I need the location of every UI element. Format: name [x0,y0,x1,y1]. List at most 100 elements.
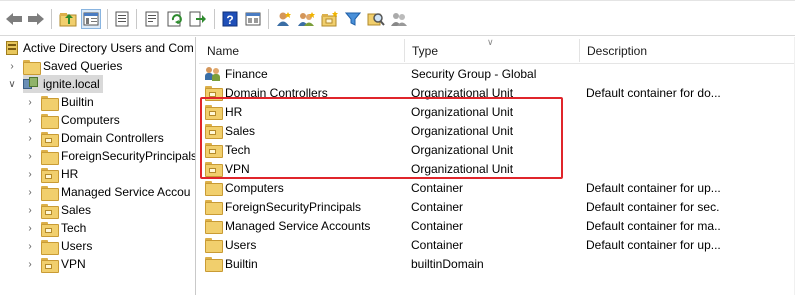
tree-item-managed-service-accounts[interactable]: Managed Service Accou [41,183,190,201]
description-cell [586,64,720,83]
filter-icon[interactable] [343,9,363,29]
name-cell: Builtin [205,254,405,273]
name-cell: Sales [205,121,405,140]
name-cell: Users [205,235,405,254]
show-hide-tree-icon[interactable] [81,9,101,29]
chevron-right-icon[interactable]: › [25,183,35,201]
view-icon[interactable] [243,9,263,29]
list-row-managed-service-accounts[interactable]: Managed Service Accounts Container Defau… [199,216,795,235]
tree-item-hr[interactable]: HR [41,165,78,183]
column-header-name[interactable]: Name [199,37,404,64]
description-cell [586,254,720,273]
type-cell: Container [411,180,464,195]
description-cell: Default container for sec... [586,199,720,214]
details-list: Name Type ∨ Description Finance Security… [199,37,795,295]
list-row-builtin[interactable]: Builtin builtinDomain [199,254,795,273]
row-name: Domain Controllers [225,85,328,100]
add-to-group-icon[interactable] [389,9,409,29]
tree-item-vpn[interactable]: VPN [41,255,86,273]
row-name: Computers [225,180,284,195]
chevron-right-icon[interactable]: › [25,147,35,165]
name-cell: Computers [205,178,405,197]
chevron-right-icon[interactable]: › [25,129,35,147]
folder-icon [205,200,223,215]
tree-item-tech[interactable]: Tech [41,219,86,237]
chevron-down-icon[interactable]: ∨ [7,75,17,93]
name-cell: Domain Controllers [205,83,405,102]
back-arrow-icon[interactable] [4,9,24,29]
chevron-right-icon[interactable]: › [25,165,35,183]
chevron-right-icon[interactable]: › [7,57,17,75]
tree-item-computers[interactable]: Computers [41,111,120,129]
new-ou-icon[interactable] [320,9,340,29]
ou-folder-icon [205,105,223,120]
column-header-description[interactable]: Description [579,37,789,64]
list-row-vpn[interactable]: VPN Organizational Unit [199,159,795,178]
tree-item-domain[interactable]: ignite.local [23,75,103,93]
security-group-icon [205,66,221,81]
tree-item-foreign-security-principals[interactable]: ForeignSecurityPrincipals [41,147,196,165]
tree-item-label: ForeignSecurityPrincipals [61,149,196,163]
folder-icon [205,181,223,196]
tree-item-saved-queries[interactable]: Saved Queries [23,57,122,75]
toolbar-separator [51,9,52,29]
chevron-right-icon[interactable]: › [25,237,35,255]
tree-item-label: Sales [61,203,92,217]
name-cell: Finance [205,64,405,83]
column-header-bar: Name Type ∨ Description [199,37,795,64]
find-icon[interactable] [366,9,386,29]
ou-folder-icon [41,131,59,147]
list-row-hr[interactable]: HR Organizational Unit [199,102,795,121]
list-row-computers[interactable]: Computers Container Default container fo… [199,178,795,197]
up-folder-icon[interactable] [58,9,78,29]
new-user-icon[interactable] [274,9,294,29]
domain-icon [23,77,39,91]
new-group-icon[interactable] [297,9,317,29]
type-cell: builtinDomain [411,256,484,271]
chevron-right-icon[interactable]: › [25,93,35,111]
list-row-users[interactable]: Users Container Default container for up… [199,235,795,254]
list-row-domain-controllers[interactable]: Domain Controllers Organizational Unit D… [199,83,795,102]
chevron-right-icon[interactable]: › [25,111,35,129]
sort-caret-icon: ∨ [487,37,494,47]
ou-folder-icon [205,162,223,177]
description-cell [586,159,720,178]
tree-item-domain-controllers[interactable]: Domain Controllers [41,129,164,147]
ou-folder-icon [41,257,59,273]
folder-icon [41,149,59,165]
name-cell: Tech [205,140,405,159]
list-row-tech[interactable]: Tech Organizational Unit [199,140,795,159]
tree-item-builtin[interactable]: Builtin [41,93,94,111]
list-row-finance[interactable]: Finance Security Group - Global [199,64,795,83]
tree-item-label: Tech [61,221,87,235]
description-cell [586,140,720,159]
export-icon[interactable] [188,9,208,29]
refresh-icon[interactable] [165,9,185,29]
forward-arrow-icon[interactable] [26,9,46,29]
chevron-right-icon[interactable]: › [25,219,35,237]
type-cell: Organizational Unit [411,142,514,157]
tree-root-aduc[interactable]: Active Directory Users and Com [5,39,194,57]
chevron-right-icon[interactable]: › [25,255,35,273]
description-cell [586,102,720,121]
folder-icon [41,185,59,201]
row-name: Sales [225,123,256,138]
help-icon[interactable]: ? [220,9,240,29]
tree-item-users[interactable]: Users [41,237,92,255]
chevron-right-icon[interactable]: › [25,201,35,219]
ou-folder-icon [41,203,59,219]
tree-item-sales[interactable]: Sales [41,201,91,219]
console-tree: Active Directory Users and Com › Saved Q… [0,37,196,295]
svg-text:?: ? [226,13,233,27]
properties-icon[interactable] [112,9,132,29]
tree-item-label: VPN [61,257,86,271]
ou-folder-icon [205,124,223,139]
type-cell: Security Group - Global [411,66,537,81]
row-name: HR [225,104,243,119]
list-row-sales[interactable]: Sales Organizational Unit [199,121,795,140]
list-row-foreign-security-principals[interactable]: ForeignSecurityPrincipals Container Defa… [199,197,795,216]
tree-item-label: Users [61,239,93,253]
description-cell: Default container for up... [586,237,720,252]
export-list-icon[interactable] [142,9,162,29]
description-cell [586,121,720,140]
